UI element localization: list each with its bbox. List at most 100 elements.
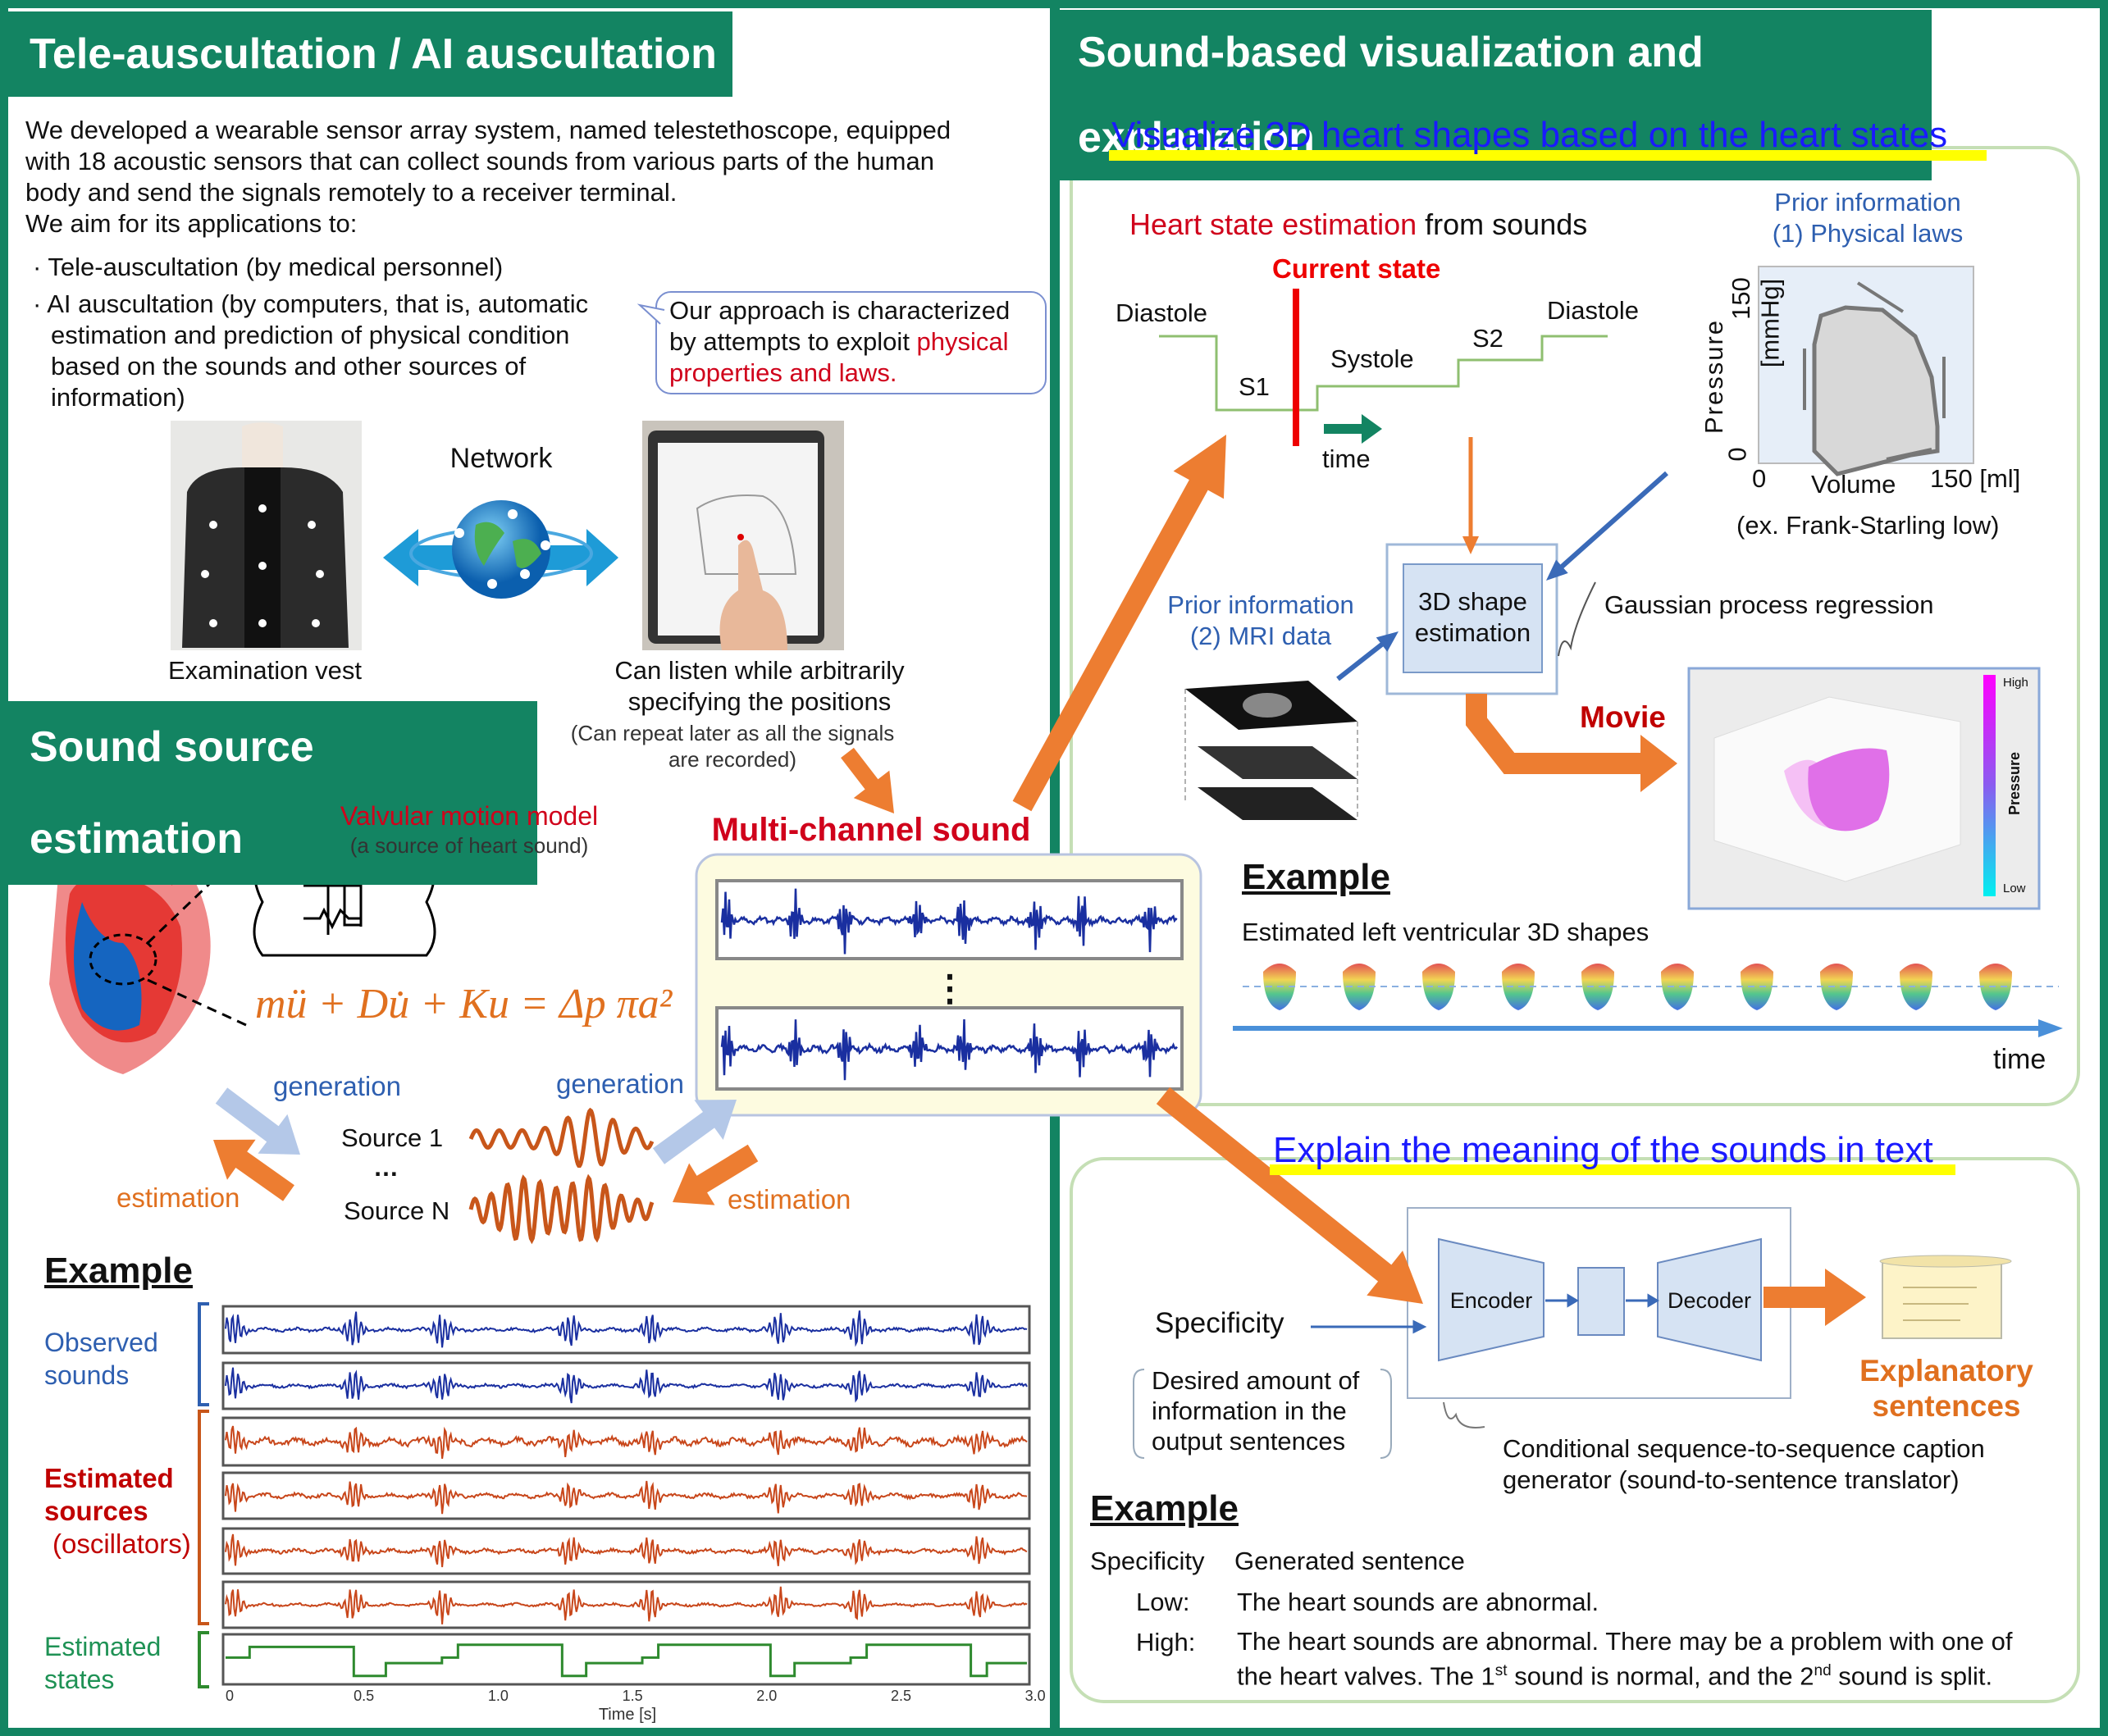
label-line: Estimated xyxy=(44,1463,174,1493)
explanatory-label: Explanatory sentences xyxy=(1823,1353,2069,1424)
observed-label: Observed sounds xyxy=(44,1326,158,1392)
intro-line: We developed a wearable sensor array sys… xyxy=(25,116,951,144)
time-label: time xyxy=(1322,444,1371,473)
bullet-ai: · AI auscultation (by computers, that is… xyxy=(33,289,589,412)
time-axis-arrow xyxy=(1233,1019,2063,1037)
states-label: Estimated states xyxy=(44,1630,161,1696)
generator-line: Conditional sequence-to-sequence caption xyxy=(1503,1434,1985,1463)
sources-label: Estimated sources (oscillators) xyxy=(44,1462,191,1561)
diastole-left: Diastole xyxy=(1116,298,1207,327)
colorbar-high: High xyxy=(2003,676,2028,690)
bullet-text: based on the sounds and other sources of xyxy=(51,352,527,380)
label-line: states xyxy=(44,1665,115,1694)
lv-shapes-label: Estimated left ventricular 3D shapes xyxy=(1242,918,1649,946)
valve-model-title: Valvular motion model xyxy=(340,801,599,831)
movie-label: Movie xyxy=(1580,700,1666,734)
source-panel xyxy=(221,1416,1031,1467)
frank-starling-note: (ex. Frank-Starling low) xyxy=(1736,511,2000,540)
source-1-label: Source 1 xyxy=(341,1123,444,1152)
systole-label: Systole xyxy=(1330,344,1414,373)
observed-bracket xyxy=(198,1302,209,1406)
listen-label: Can listen while arbitrarily specifying … xyxy=(595,655,924,718)
generation-label-left: generation xyxy=(273,1071,401,1101)
tablet-image xyxy=(642,421,844,650)
listen-line: specifying the positions xyxy=(627,687,892,716)
prior-line: (2) MRI data xyxy=(1189,622,1332,650)
observed-panel xyxy=(221,1305,1031,1355)
row-low-text: The heart sounds are abnormal. xyxy=(1237,1588,1599,1616)
sources-bracket xyxy=(198,1410,209,1625)
hse-title: Heart state estimation from sounds xyxy=(1129,207,1587,242)
bullet-text: information) xyxy=(51,383,185,412)
s1-label: S1 xyxy=(1239,372,1270,401)
vest-image xyxy=(171,421,362,650)
prior-info-2: Prior information (2) MRI data xyxy=(1138,590,1384,652)
bullet-text: estimation and prediction of physical co… xyxy=(51,321,570,349)
x-tick-label: 0.5 xyxy=(354,1688,375,1704)
callout-line: by attempts to exploit xyxy=(669,327,917,356)
prior-line: Prior information xyxy=(1774,188,1961,216)
x-tick-label: 0 xyxy=(225,1688,234,1704)
bullet-text: Tele-auscultation (by medical personnel) xyxy=(48,253,504,281)
hse-black: from sounds xyxy=(1417,207,1588,241)
x-tick-label: 3.0 xyxy=(1024,1688,1046,1704)
shape-estimation-label: 3D shape estimation xyxy=(1403,586,1542,649)
encoder-label: Encoder xyxy=(1449,1288,1533,1313)
x-tick-label: 1.5 xyxy=(622,1688,643,1704)
label-line: Estimated xyxy=(44,1632,162,1661)
orange-arrow-to-encoder xyxy=(1156,1087,1423,1304)
gpr-label: Gaussian process regression xyxy=(1604,590,1934,619)
desired-info-note: Desired amount of information in the outpu… xyxy=(1152,1365,1359,1456)
current-state-label: Current state xyxy=(1272,253,1441,284)
superscript: nd xyxy=(1814,1662,1832,1679)
callout-highlight: properties and laws. xyxy=(669,358,897,387)
label-line: (oscillators) xyxy=(52,1529,191,1559)
specificity-label: Specificity xyxy=(1155,1307,1284,1339)
time-arrow xyxy=(1324,414,1382,444)
multichannel-label: Multi-channel sound xyxy=(711,812,1031,848)
orange-arrow-to-movie xyxy=(1632,735,1677,792)
lv-shape-9 xyxy=(1900,964,1932,1010)
repeat-line: (Can repeat later as all the signals xyxy=(570,721,895,745)
pv-y-unit: [mmHg] xyxy=(1755,278,1785,368)
scroll-icon xyxy=(1879,1255,2012,1339)
s2-label: S2 xyxy=(1472,324,1503,353)
high-part: sound is split. xyxy=(1831,1661,1993,1691)
intro-line: We aim for its applications to: xyxy=(25,209,358,238)
pv-x-max: 150 [ml] xyxy=(1930,464,2021,493)
network-globe xyxy=(383,500,618,599)
intro-line: with 18 acoustic sensors that can collec… xyxy=(25,147,934,175)
lv-shape-8 xyxy=(1820,964,1853,1010)
prior-line: (1) Physical laws xyxy=(1772,219,1964,248)
high-part: the heart valves. The 1 xyxy=(1237,1661,1495,1691)
network-label: Network xyxy=(449,443,553,474)
col-specificity: Specificity xyxy=(1090,1547,1205,1575)
listen-line: Can listen while arbitrarily xyxy=(614,656,905,685)
col-generated: Generated sentence xyxy=(1234,1547,1465,1575)
row-high-text: The heart sounds are abnormal. There may… xyxy=(1237,1627,2012,1691)
lv-shape-6 xyxy=(1661,964,1694,1010)
row-high-label: High: xyxy=(1136,1628,1196,1656)
row-low-label: Low: xyxy=(1136,1588,1190,1616)
colorbar-label: Pressure xyxy=(2006,751,2024,816)
pv-y-min: 0 xyxy=(1722,447,1752,462)
valve-model-subtitle: (a source of heart sound) xyxy=(349,833,589,858)
explanatory-line: sentences xyxy=(1872,1389,2021,1423)
superscript: st xyxy=(1494,1662,1508,1679)
time-label-2: time xyxy=(1993,1044,2046,1075)
example-heading-viz: Example xyxy=(1242,857,1390,897)
pv-y-label: Pressure xyxy=(1700,318,1729,435)
generation-arrow-right xyxy=(652,1100,737,1164)
states-panel xyxy=(221,1633,1031,1686)
x-tick-label: 2.5 xyxy=(890,1688,912,1704)
lv-shape-5 xyxy=(1581,964,1614,1010)
bullet-text: AI auscultation (by computers, that is, … xyxy=(47,289,589,318)
explanatory-line: Explanatory xyxy=(1859,1354,2033,1387)
shape-line: 3D shape xyxy=(1418,587,1527,616)
high-part: sound is normal, and the 2 xyxy=(1507,1661,1814,1691)
generation-label-right: generation xyxy=(556,1068,684,1099)
prior-line: Prior information xyxy=(1167,590,1354,619)
section-title-tele: Tele-auscultation / AI auscultation xyxy=(8,11,732,97)
shape-line: estimation xyxy=(1414,618,1531,647)
vdots: ⋮ xyxy=(932,968,968,1009)
